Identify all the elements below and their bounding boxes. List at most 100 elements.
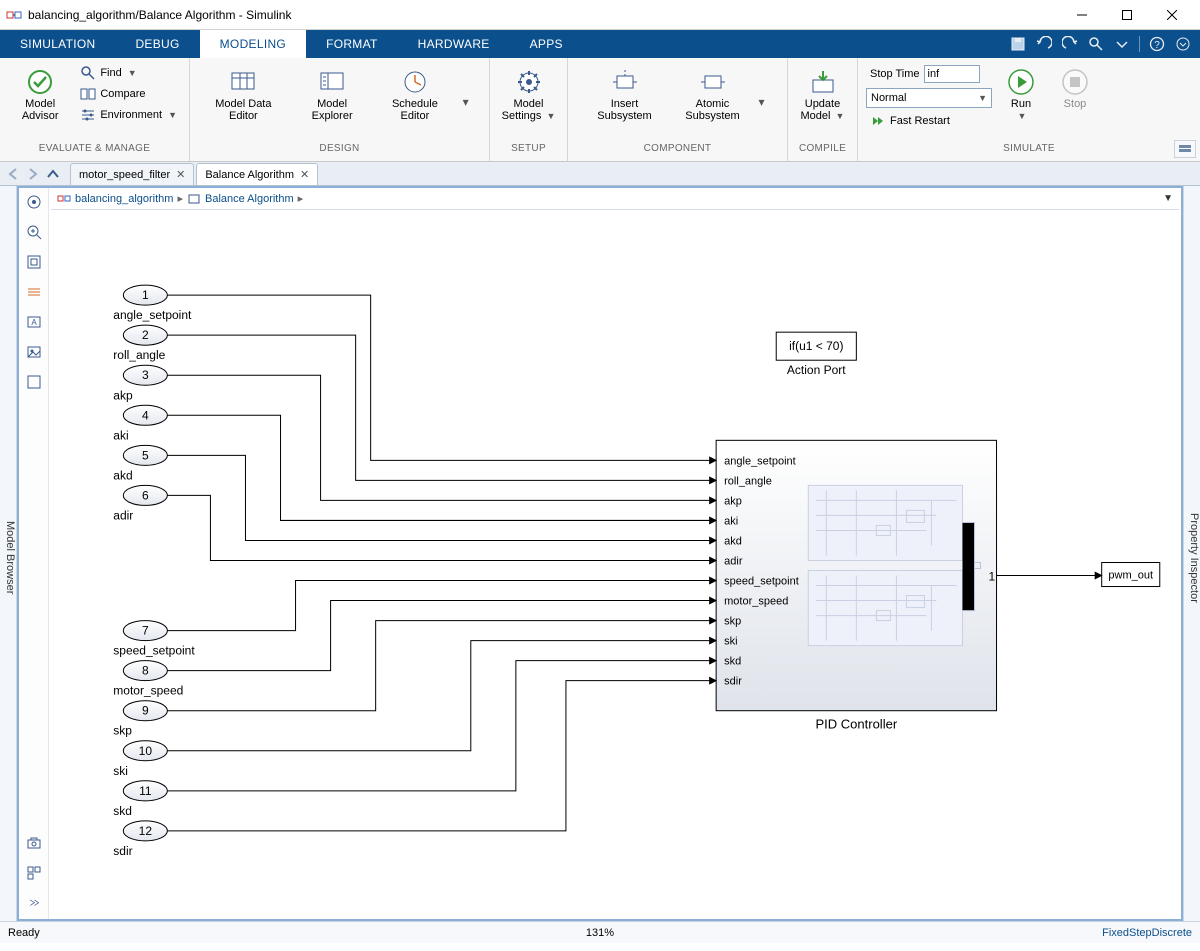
schedule-editor-button[interactable]: Schedule Editor <box>380 64 450 126</box>
tab-modeling[interactable]: MODELING <box>200 30 306 58</box>
svg-text:speed_setpoint: speed_setpoint <box>724 576 799 588</box>
simulation-mode-select[interactable]: Normal▼ <box>866 88 992 108</box>
svg-text:sdir: sdir <box>113 844 132 858</box>
search-qat-icon[interactable] <box>1087 35 1105 53</box>
inport-block[interactable]: 3akp <box>113 365 167 402</box>
maximize-button[interactable] <box>1104 1 1149 29</box>
inport-block[interactable]: 6adir <box>113 485 167 522</box>
svg-text:1: 1 <box>989 570 996 584</box>
inport-block[interactable]: 11skd <box>113 781 167 818</box>
outport-block[interactable]: pwm_out <box>1102 562 1160 586</box>
svg-text:speed_setpoint: speed_setpoint <box>113 644 195 658</box>
pid-controller-block[interactable]: angle_setpointroll_angleakpakiakdadirspe… <box>716 440 996 731</box>
crumb-sub[interactable]: Balance Algorithm <box>205 193 294 205</box>
inport-block[interactable]: 10ski <box>113 741 167 778</box>
undo-icon[interactable] <box>1035 35 1053 53</box>
svg-text:motor_speed: motor_speed <box>724 596 788 608</box>
environment-button[interactable]: Environment▼ <box>76 106 181 124</box>
status-bar: Ready 131% FixedStepDiscrete <box>0 921 1200 943</box>
svg-text:10: 10 <box>139 744 153 758</box>
redo-icon[interactable] <box>1061 35 1079 53</box>
nav-forward-button[interactable] <box>24 165 42 183</box>
screenshot-icon[interactable] <box>24 833 44 853</box>
area-icon[interactable] <box>24 372 44 392</box>
annotation-icon[interactable]: A <box>24 312 44 332</box>
inport-block[interactable]: 9skp <box>113 701 167 738</box>
atomic-subsystem-button[interactable]: Atomic Subsystem <box>671 64 755 126</box>
design-more-button[interactable]: ▾ <box>463 95 477 109</box>
close-button[interactable] <box>1149 1 1194 29</box>
breadcrumb-dropdown[interactable]: ▼ <box>1163 193 1173 204</box>
document-tabs: motor_speed_filter✕ Balance Algorithm✕ <box>0 162 1200 186</box>
doctab-balance-algorithm[interactable]: Balance Algorithm✕ <box>196 163 318 185</box>
stop-button: Stop <box>1050 64 1100 114</box>
svg-text:adir: adir <box>113 508 133 522</box>
svg-text:aki: aki <box>113 428 128 442</box>
doctab-motor-speed-filter[interactable]: motor_speed_filter✕ <box>70 163 194 185</box>
model-explorer-button[interactable]: Model Explorer <box>297 64 367 126</box>
expand-icon[interactable] <box>1174 35 1192 53</box>
svg-text:8: 8 <box>142 664 149 678</box>
model-data-editor-button[interactable]: Model Data Editor <box>202 64 284 126</box>
search-icon <box>80 65 96 81</box>
diagram-canvas[interactable]: 1angle_setpoint2roll_angle3akp4aki5akd6a… <box>49 210 1181 919</box>
svg-text:akp: akp <box>724 495 742 507</box>
insert-subsystem-button[interactable]: Insert Subsystem <box>583 64 667 126</box>
svg-text:A: A <box>31 318 37 327</box>
status-solver[interactable]: FixedStepDiscrete <box>1102 927 1192 939</box>
hide-browser-icon[interactable] <box>24 192 44 212</box>
close-tab-icon[interactable]: ✕ <box>176 168 185 181</box>
inport-block[interactable]: 7speed_setpoint <box>113 621 195 658</box>
chevron-right-icon: ▸ <box>298 192 304 205</box>
image-icon[interactable] <box>24 342 44 362</box>
svg-text:pwm_out: pwm_out <box>1108 570 1153 582</box>
simulink-icon <box>6 7 22 23</box>
inport-block[interactable]: 12sdir <box>113 821 167 858</box>
tab-format[interactable]: FORMAT <box>306 30 398 58</box>
tab-debug[interactable]: DEBUG <box>115 30 199 58</box>
svg-text:sdir: sdir <box>724 676 742 688</box>
crumb-root[interactable]: balancing_algorithm <box>75 193 173 205</box>
tab-simulation[interactable]: SIMULATION <box>0 30 115 58</box>
svg-text:2: 2 <box>142 328 149 342</box>
tab-hardware[interactable]: HARDWARE <box>398 30 510 58</box>
inport-block[interactable]: 1 angle_setpoint <box>113 285 192 322</box>
run-button[interactable]: Run▼ <box>996 64 1046 126</box>
property-inspector-rail[interactable]: Property Inspector <box>1183 186 1200 921</box>
fast-restart-button[interactable]: Fast Restart <box>866 112 992 130</box>
svg-text:1: 1 <box>142 288 149 302</box>
model-settings-button[interactable]: Model Settings ▼ <box>498 64 559 126</box>
inport-block[interactable]: 5akd <box>113 445 167 482</box>
help-icon[interactable]: ? <box>1148 35 1166 53</box>
hide-toolstrip-button[interactable] <box>1174 140 1196 158</box>
action-port-block[interactable]: if(u1 < 70) Action Port <box>776 332 856 377</box>
compare-button[interactable]: Compare <box>76 85 181 103</box>
inport-block[interactable]: 4aki <box>113 405 167 442</box>
inport-block[interactable]: 8motor_speed <box>113 661 183 698</box>
nav-back-button[interactable] <box>4 165 22 183</box>
model-advisor-button[interactable]: Model Advisor <box>8 64 72 126</box>
minimize-button[interactable] <box>1059 1 1104 29</box>
find-button[interactable]: Find▼ <box>76 64 181 82</box>
stop-time-input[interactable] <box>924 65 980 83</box>
breadcrumb: balancing_algorithm ▸ Balance Algorithm … <box>51 188 1179 210</box>
svg-text:3: 3 <box>142 368 149 382</box>
tab-apps[interactable]: APPS <box>510 30 583 58</box>
overflow-icon[interactable] <box>1113 35 1131 53</box>
status-ready: Ready <box>8 927 40 939</box>
fit-icon[interactable] <box>24 252 44 272</box>
nav-up-button[interactable] <box>44 165 62 183</box>
close-tab-icon[interactable]: ✕ <box>300 168 309 181</box>
update-model-button[interactable]: Update Model ▼ <box>796 64 849 126</box>
zoom-icon[interactable] <box>24 222 44 242</box>
toggle-sample-icon[interactable] <box>24 282 44 302</box>
save-icon[interactable] <box>1009 35 1027 53</box>
svg-text:angle_setpoint: angle_setpoint <box>113 308 192 322</box>
expand-rail-icon[interactable] <box>24 893 44 913</box>
model-browser-rail[interactable]: Model Browser <box>0 186 17 921</box>
status-zoom[interactable]: 131% <box>586 927 614 939</box>
component-more-button[interactable]: ▾ <box>759 95 773 109</box>
inport-block[interactable]: 2roll_angle <box>113 325 167 362</box>
viewmarks-icon[interactable] <box>24 863 44 883</box>
svg-text:skd: skd <box>724 656 741 668</box>
